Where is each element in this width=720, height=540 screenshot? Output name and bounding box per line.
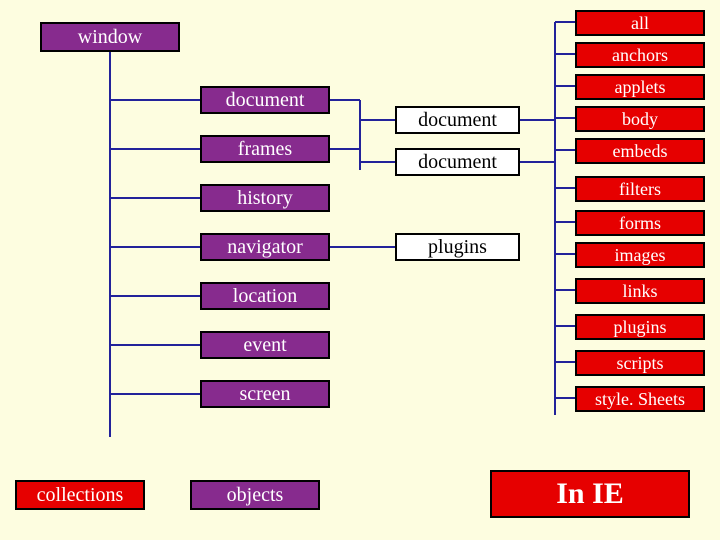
node-history: history	[200, 184, 330, 212]
node-frame-document-1: document	[395, 106, 520, 134]
node-links: links	[575, 278, 705, 304]
node-images: images	[575, 242, 705, 268]
node-screen: screen	[200, 380, 330, 408]
node-navigator: navigator	[200, 233, 330, 261]
node-document: document	[200, 86, 330, 114]
legend-objects: objects	[190, 480, 320, 510]
node-frames: frames	[200, 135, 330, 163]
node-stylesheets: style. Sheets	[575, 386, 705, 412]
diagram-stage: window document frames history navigator…	[0, 0, 720, 540]
node-anchors: anchors	[575, 42, 705, 68]
node-plugins-doc: plugins	[575, 314, 705, 340]
node-all: all	[575, 10, 705, 36]
node-embeds: embeds	[575, 138, 705, 164]
legend-in-ie: In IE	[490, 470, 690, 518]
node-scripts: scripts	[575, 350, 705, 376]
node-forms: forms	[575, 210, 705, 236]
node-window: window	[40, 22, 180, 52]
node-applets: applets	[575, 74, 705, 100]
node-filters: filters	[575, 176, 705, 202]
node-location: location	[200, 282, 330, 310]
legend-collections: collections	[15, 480, 145, 510]
node-plugins: plugins	[395, 233, 520, 261]
node-event: event	[200, 331, 330, 359]
node-body: body	[575, 106, 705, 132]
node-frame-document-2: document	[395, 148, 520, 176]
